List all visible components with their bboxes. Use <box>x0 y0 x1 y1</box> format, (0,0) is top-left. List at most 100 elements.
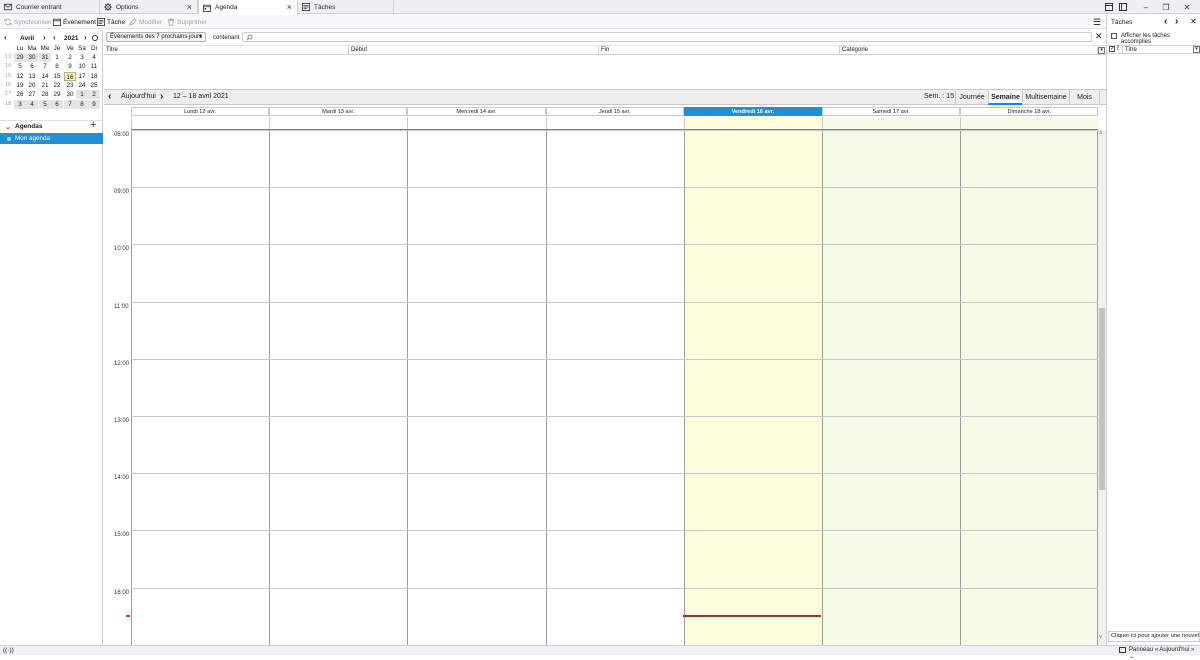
day-cell[interactable]: 3 <box>76 53 88 62</box>
day-cell[interactable]: 5 <box>14 62 26 71</box>
view-week-tab[interactable]: Semaine <box>988 91 1022 105</box>
day-cell[interactable]: 29 <box>51 90 63 99</box>
show-completed-checkbox[interactable] <box>1111 33 1117 39</box>
day-cell[interactable]: 10 <box>76 62 88 71</box>
check-column-icon[interactable]: ✓ <box>1109 46 1115 52</box>
day-column[interactable] <box>269 130 408 645</box>
prev-week-icon[interactable]: ‹ <box>108 91 111 102</box>
day-cell[interactable]: 22 <box>51 81 63 90</box>
column-start[interactable]: Début <box>349 46 599 55</box>
view-day-tab[interactable]: Journée <box>955 91 988 105</box>
scroll-down-icon[interactable]: ˅ <box>1099 635 1103 641</box>
today-panel-toggle[interactable]: Panneau « Aujourd'hui » ⌄ <box>1129 647 1200 660</box>
go-today-icon[interactable] <box>92 35 98 41</box>
day-header[interactable]: Mardi 13 avr. <box>269 107 408 116</box>
day-cell[interactable]: 5 <box>39 99 51 109</box>
column-category[interactable]: Catégorie <box>840 46 1098 55</box>
day-cell[interactable]: 6 <box>26 62 38 71</box>
view-multiweek-tab[interactable]: Multisemaine <box>1022 91 1069 105</box>
day-cell[interactable]: 16 <box>64 71 76 81</box>
day-column[interactable] <box>822 130 961 645</box>
day-cell[interactable]: 13 <box>26 72 38 81</box>
day-cell[interactable]: 6 <box>51 99 63 109</box>
day-cell[interactable]: 1 <box>76 90 88 100</box>
day-header[interactable]: Vendredi 16 avr. <box>683 107 822 116</box>
event-filter-select[interactable]: Évènements des 7 prochains jours ▾ <box>106 32 206 42</box>
day-column[interactable] <box>407 130 546 645</box>
tab-taches[interactable]: Tâches <box>298 0 394 14</box>
sync-button[interactable]: Synchroniser <box>4 17 52 27</box>
search-input[interactable] <box>242 32 1092 42</box>
column-title[interactable]: Titre <box>104 46 349 55</box>
minimize-icon[interactable]: – <box>1141 2 1151 12</box>
day-cell[interactable]: 1 <box>51 53 63 62</box>
day-column[interactable] <box>545 130 684 645</box>
day-cell[interactable]: 4 <box>26 99 38 109</box>
day-cell[interactable]: 7 <box>64 99 76 109</box>
day-cell[interactable]: 8 <box>51 62 63 71</box>
grid-scrollbar[interactable]: ˄ ˅ <box>1098 130 1106 645</box>
tab-options[interactable]: Options × <box>100 0 198 14</box>
next-year-icon[interactable]: › <box>84 33 87 42</box>
task-column-picker-icon[interactable]: ▾ <box>1193 46 1200 53</box>
new-task-button[interactable]: Tâche <box>97 17 125 27</box>
day-cell[interactable]: 24 <box>76 81 88 90</box>
day-cell[interactable]: 11 <box>88 62 100 71</box>
day-header[interactable]: Samedi 17 avr. <box>822 107 961 116</box>
day-cell[interactable]: 27 <box>26 90 38 99</box>
view-month-tab[interactable]: Mois <box>1069 91 1100 105</box>
next-month-icon[interactable]: › <box>43 33 46 42</box>
day-cell[interactable]: 8 <box>76 99 88 109</box>
day-cell[interactable]: 15 <box>51 72 63 81</box>
day-header[interactable]: Dimanche 18 avr. <box>960 107 1099 116</box>
day-column[interactable] <box>683 130 822 645</box>
day-header[interactable]: Lundi 12 avr. <box>131 107 270 116</box>
event-list[interactable] <box>104 56 1106 89</box>
day-cell[interactable]: 31 <box>39 53 51 62</box>
close-icon[interactable]: × <box>287 2 292 12</box>
day-cell[interactable]: 14 <box>39 72 51 81</box>
prev-year-icon[interactable]: ‹ <box>53 33 56 42</box>
day-cell[interactable]: 18 <box>88 72 100 81</box>
day-cell[interactable]: 23 <box>64 81 76 90</box>
day-cell[interactable]: 12 <box>14 72 26 81</box>
scroll-up-icon[interactable]: ˄ <box>1099 131 1103 137</box>
day-cell[interactable]: 26 <box>14 90 26 99</box>
today-button[interactable]: Aujourd'hui <box>121 93 156 100</box>
day-cell[interactable]: 19 <box>14 81 26 90</box>
day-header[interactable]: Mercredi 14 avr. <box>407 107 546 116</box>
day-cell[interactable]: 25 <box>88 81 100 90</box>
tab-inbox[interactable]: Courrier entrant <box>0 0 100 14</box>
close-icon[interactable]: × <box>187 2 192 12</box>
day-cell[interactable]: 21 <box>39 81 51 90</box>
day-cell[interactable]: 30 <box>26 53 38 62</box>
restore-icon[interactable]: ❐ <box>1161 2 1171 12</box>
clear-search-icon[interactable]: ✕ <box>1095 31 1103 42</box>
new-task-input[interactable]: Cliquer ici pour ajouter une nouvell <box>1108 631 1200 642</box>
scrollbar-thumb[interactable] <box>1099 308 1105 490</box>
next-day-icon[interactable]: › <box>1175 16 1178 27</box>
day-header[interactable]: Jeudi 15 avr. <box>545 107 684 116</box>
next-week-icon[interactable]: › <box>160 91 163 102</box>
all-day-row[interactable] <box>131 117 1098 130</box>
delete-button[interactable]: Supprimer <box>167 17 207 27</box>
collapse-agendas-icon[interactable]: ⌄ <box>5 123 11 131</box>
day-cell[interactable]: 7 <box>39 62 51 71</box>
day-cell[interactable]: 3 <box>14 99 26 109</box>
day-cell[interactable]: 9 <box>64 62 76 71</box>
day-column[interactable] <box>960 130 1099 645</box>
day-cell[interactable]: 2 <box>88 90 100 100</box>
priority-icon[interactable]: ! <box>1117 46 1119 52</box>
add-agenda-icon[interactable]: + <box>90 119 96 131</box>
day-cell[interactable]: 28 <box>39 90 51 99</box>
column-picker-icon[interactable]: ▾ <box>1098 47 1105 54</box>
day-column[interactable] <box>131 130 270 645</box>
new-event-button[interactable]: Évènement <box>53 17 96 27</box>
today-pane-icon[interactable] <box>1104 2 1114 12</box>
day-cell[interactable]: 9 <box>88 99 100 109</box>
tab-agenda[interactable]: Agenda × <box>198 0 298 15</box>
tasks-col-title[interactable]: Titre <box>1125 47 1137 53</box>
day-cell[interactable]: 2 <box>64 53 76 62</box>
window-close-icon[interactable]: ✕ <box>1182 2 1192 12</box>
column-end[interactable]: Fin <box>599 46 840 55</box>
